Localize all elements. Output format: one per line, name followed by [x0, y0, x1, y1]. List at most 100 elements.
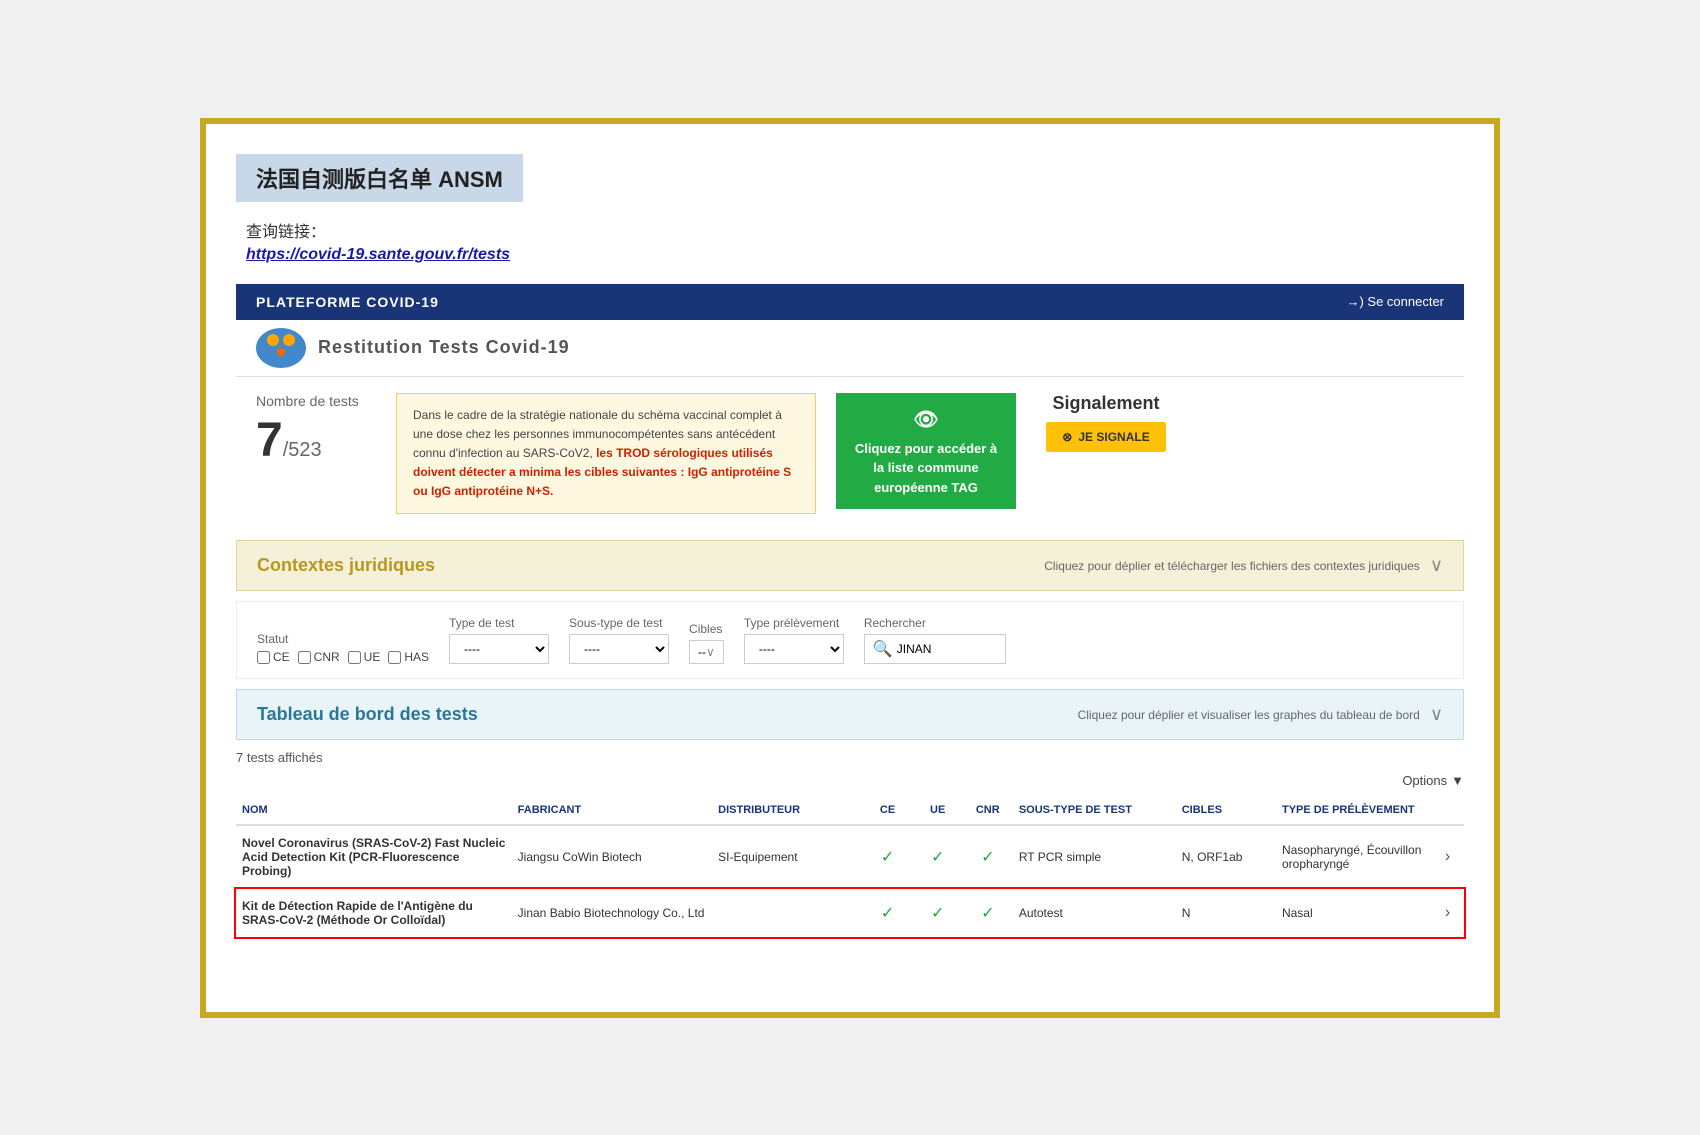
- contextes-section[interactable]: Contextes juridiques Cliquez pour déplie…: [236, 540, 1464, 591]
- cibles-label: Cibles: [689, 622, 724, 636]
- contextes-title: Contextes juridiques: [257, 555, 435, 576]
- row1-arrow[interactable]: ›: [1439, 825, 1464, 889]
- type-prelevement-select[interactable]: ----: [744, 634, 844, 664]
- header-distributeur: DISTRIBUTEUR: [712, 796, 862, 825]
- chevron-down-icon-options: ▼: [1451, 773, 1464, 788]
- ce-checkbox[interactable]: [257, 651, 270, 664]
- query-url-link[interactable]: https://covid-19.sante.gouv.fr/tests: [246, 246, 510, 263]
- ue-checkbox-label[interactable]: UE: [348, 650, 381, 664]
- page-title: 法国自测版白名单 ANSM: [256, 162, 503, 194]
- check-icon-ue-2: ✓: [931, 905, 944, 922]
- cnr-checkbox-label[interactable]: CNR: [298, 650, 340, 664]
- header-arrow: [1439, 796, 1464, 825]
- count-number: 7: [256, 414, 283, 467]
- header-ue: UE: [913, 796, 963, 825]
- sous-type-filter: Sous-type de test ----: [569, 616, 669, 664]
- contextes-right: Cliquez pour déplier et télécharger les …: [1044, 555, 1443, 576]
- cibles-value: --: [698, 645, 706, 659]
- check-icon-ce-2: ✓: [881, 905, 894, 922]
- header-cibles: CIBLES: [1176, 796, 1276, 825]
- row1-ce: ✓: [863, 825, 913, 889]
- sub-header: Restitution Tests Covid-19: [236, 320, 1464, 377]
- has-label: HAS: [404, 650, 429, 664]
- info-box: Dans le cadre de la stratégie nationale …: [396, 393, 816, 515]
- tableau-title: Tableau de bord des tests: [257, 704, 478, 725]
- table-header-row: NOM FABRICANT DISTRIBUTEUR CE UE CNR SOU…: [236, 796, 1464, 825]
- green-button[interactable]: 👁 Cliquez pour accéder à la liste commun…: [836, 393, 1016, 510]
- table-row-highlighted[interactable]: Kit de Détection Rapide de l'Antigène du…: [236, 889, 1464, 938]
- type-test-label: Type de test: [449, 616, 549, 630]
- cnr-label: CNR: [314, 650, 340, 664]
- has-checkbox-label[interactable]: HAS: [388, 650, 429, 664]
- table-section: 7 tests affichés Options ▼ NOM FABRICANT…: [236, 750, 1464, 947]
- header-ce: CE: [863, 796, 913, 825]
- arrow-right-icon: ›: [1445, 848, 1450, 865]
- login-link[interactable]: →) Se connecter: [1346, 294, 1444, 309]
- ce-label: CE: [273, 650, 290, 664]
- row2-ce: ✓: [863, 889, 913, 938]
- ce-checkbox-label[interactable]: CE: [257, 650, 290, 664]
- arrow-right-icon-2: ›: [1445, 904, 1450, 921]
- type-test-select[interactable]: ----: [449, 634, 549, 664]
- logo: [256, 328, 306, 368]
- row1-cnr: ✓: [963, 825, 1013, 889]
- check-icon-ue-1: ✓: [931, 849, 944, 866]
- filter-row: Statut CE CNR UE HAS: [236, 601, 1464, 679]
- row1-nom: Novel Coronavirus (SRAS-CoV-2) Fast Nucl…: [236, 825, 512, 889]
- cibles-filter: Cibles -- ∨: [689, 622, 724, 664]
- rechercher-filter: Rechercher 🔍: [864, 616, 1006, 664]
- statut-filter: Statut CE CNR UE HAS: [257, 632, 429, 664]
- type-prelevement-filter: Type prélèvement ----: [744, 616, 844, 664]
- ue-checkbox[interactable]: [348, 651, 361, 664]
- row1-fabricant: Jiangsu CoWin Biotech: [512, 825, 712, 889]
- row2-arrow[interactable]: ›: [1439, 889, 1464, 938]
- header-fabricant: FABRICANT: [512, 796, 712, 825]
- outer-frame: 法国自测版白名单 ANSM 查询链接： https://covid-19.san…: [200, 118, 1500, 1018]
- count-label: Nombre de tests: [256, 393, 376, 409]
- tableau-section[interactable]: Tableau de bord des tests Cliquez pour d…: [236, 689, 1464, 740]
- header-sous-type: SOUS-TYPE DE TEST: [1013, 796, 1176, 825]
- row2-fabricant: Jinan Babio Biotechnology Co., Ltd: [512, 889, 712, 938]
- green-btn-line2: la liste commune: [852, 458, 1000, 478]
- sub-header-title: Restitution Tests Covid-19: [318, 337, 570, 358]
- chevron-down-icon-cibles: ∨: [706, 645, 715, 659]
- count-total: /523: [283, 439, 322, 461]
- search-icon: 🔍: [873, 639, 893, 659]
- sous-type-select[interactable]: ----: [569, 634, 669, 664]
- options-row: Options ▼: [236, 773, 1464, 788]
- type-prelevement-label: Type prélèvement: [744, 616, 844, 630]
- chevron-down-icon-tableau: ∨: [1430, 704, 1443, 725]
- check-icon-cnr-2: ✓: [981, 905, 994, 922]
- tests-count-label: 7 tests affichés: [236, 750, 1464, 765]
- platform-title: PLATEFORME COVID-19: [256, 294, 439, 310]
- eye-icon: 👁: [852, 405, 1000, 435]
- has-checkbox[interactable]: [388, 651, 401, 664]
- row1-type-prelevement: Nasopharyngé, Écouvillon oropharyngé: [1276, 825, 1439, 889]
- row2-sous-type: Autotest: [1013, 889, 1176, 938]
- row2-type-prelevement: Nasal: [1276, 889, 1439, 938]
- header-type-prelevement: TYPE DE PRÉLÈVEMENT: [1276, 796, 1439, 825]
- row2-distributeur: [712, 889, 862, 938]
- cnr-checkbox[interactable]: [298, 651, 311, 664]
- stats-row: Nombre de tests 7/523 Dans le cadre de l…: [236, 377, 1464, 531]
- row2-ue: ✓: [913, 889, 963, 938]
- tableau-right: Cliquez pour déplier et visualiser les g…: [1078, 704, 1443, 725]
- ue-label: UE: [364, 650, 381, 664]
- checkbox-row: CE CNR UE HAS: [257, 650, 429, 664]
- blue-bar: PLATEFORME COVID-19 →) Se connecter: [236, 284, 1464, 320]
- check-icon-cnr-1: ✓: [981, 849, 994, 866]
- statut-label: Statut: [257, 632, 429, 646]
- chevron-down-icon: ∨: [1430, 555, 1443, 576]
- signal-button[interactable]: ⊗ JE SIGNALE: [1046, 422, 1165, 452]
- header-nom: NOM: [236, 796, 512, 825]
- search-input-wrap: 🔍: [864, 634, 1006, 664]
- signalement-label: Signalement: [1052, 393, 1159, 414]
- search-input[interactable]: [897, 642, 997, 656]
- options-button[interactable]: Options ▼: [1402, 773, 1464, 788]
- row1-cibles: N, ORF1ab: [1176, 825, 1276, 889]
- query-link-section: 查询链接： https://covid-19.sante.gouv.fr/tes…: [246, 218, 1464, 264]
- sous-type-label: Sous-type de test: [569, 616, 669, 630]
- table-row[interactable]: Novel Coronavirus (SRAS-CoV-2) Fast Nucl…: [236, 825, 1464, 889]
- row2-cibles: N: [1176, 889, 1276, 938]
- query-label: 查询链接：: [246, 218, 1464, 242]
